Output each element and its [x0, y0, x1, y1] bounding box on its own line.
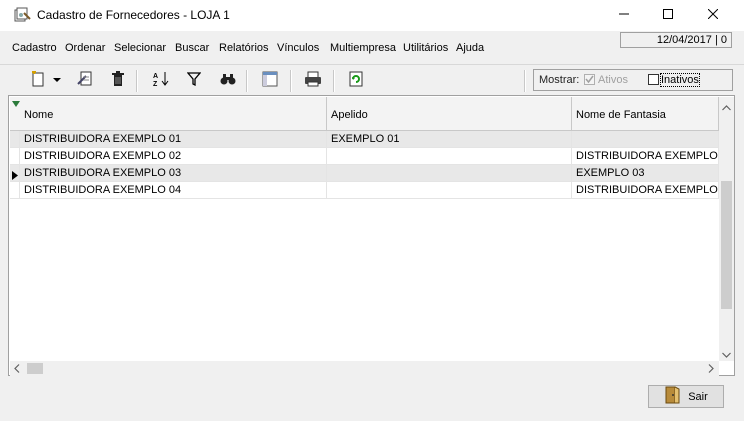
print-icon	[304, 71, 322, 90]
cell-nome[interactable]: DISTRIBUIDORA EXEMPLO 02	[20, 148, 327, 165]
refresh-icon	[349, 71, 363, 90]
current-row-icon	[12, 169, 18, 181]
filter-panel: Mostrar: Ativos Inativos	[533, 69, 733, 91]
dropdown-arrow-icon	[53, 74, 61, 86]
menu-ordenar[interactable]: Ordenar	[65, 42, 105, 54]
toolbar-separator	[333, 70, 335, 92]
row-indicator	[10, 165, 20, 182]
cell-nome[interactable]: DISTRIBUIDORA EXEMPLO 04	[20, 182, 327, 199]
cell-apelido[interactable]	[327, 182, 572, 199]
toolbar-separator	[136, 70, 138, 92]
delete-icon	[111, 70, 125, 90]
new-record-icon	[31, 70, 45, 90]
find-button[interactable]	[218, 71, 238, 89]
scroll-right-icon[interactable]	[708, 364, 714, 376]
ativos-label: Ativos	[598, 74, 628, 86]
exit-button[interactable]: Sair	[648, 385, 724, 408]
sort-button[interactable]: AZ	[151, 71, 171, 89]
table-row[interactable]: DISTRIBUIDORA EXEMPLO 03 EXEMPLO 03	[10, 165, 719, 182]
sort-az-icon: AZ	[152, 71, 170, 90]
cell-nome-fantasia[interactable]: DISTRIBUIDORA EXEMPLO	[572, 182, 719, 199]
delete-button[interactable]	[108, 70, 128, 90]
filter-icon	[186, 71, 202, 89]
app-icon	[14, 7, 32, 23]
date-status: 12/04/2017 | 0	[620, 32, 732, 48]
menu-ajuda[interactable]: Ajuda	[456, 42, 484, 54]
cell-nome-fantasia[interactable]: EXEMPLO 03	[572, 165, 719, 182]
maximize-icon	[663, 9, 673, 22]
menu-cadastro[interactable]: Cadastro	[12, 42, 57, 54]
refresh-button[interactable]	[346, 71, 366, 89]
scroll-down-icon[interactable]	[722, 349, 731, 361]
door-exit-icon	[664, 386, 680, 407]
table-row[interactable]: DISTRIBUIDORA EXEMPLO 04 DISTRIBUIDORA E…	[10, 182, 719, 199]
filter-label: Mostrar:	[539, 74, 580, 86]
maximize-button[interactable]	[645, 0, 691, 31]
print-button[interactable]	[303, 71, 323, 89]
menu-relatorios[interactable]: Relatórios	[219, 42, 269, 54]
horizontal-scrollbar[interactable]	[10, 361, 719, 376]
cell-nome[interactable]: DISTRIBUIDORA EXEMPLO 01	[20, 131, 327, 148]
exit-label: Sair	[688, 390, 708, 403]
close-icon	[707, 8, 719, 22]
inativos-checkbox[interactable]	[648, 74, 659, 85]
cell-nome[interactable]: DISTRIBUIDORA EXEMPLO 03	[20, 165, 327, 182]
minimize-icon	[619, 9, 629, 22]
svg-text:A: A	[153, 73, 158, 80]
column-header-apelido[interactable]: Apelido	[327, 97, 572, 131]
new-record-button[interactable]	[28, 70, 48, 90]
minimize-button[interactable]	[601, 0, 647, 31]
edit-button[interactable]	[76, 71, 96, 89]
column-header-nome[interactable]: Nome	[20, 97, 327, 131]
menu-utilitarios[interactable]: Utilitários	[403, 42, 448, 54]
row-indicator	[10, 131, 20, 148]
filter-indicator-icon	[12, 99, 20, 111]
vertical-scrollbar[interactable]	[719, 97, 734, 361]
horizontal-scroll-thumb[interactable]	[27, 363, 43, 374]
menu-vinculos[interactable]: Vínculos	[277, 42, 319, 54]
vertical-scroll-thumb[interactable]	[721, 181, 732, 309]
menu-multiempresa[interactable]: Multiempresa	[330, 42, 396, 54]
cell-apelido[interactable]	[327, 148, 572, 165]
ativos-checkbox[interactable]	[584, 74, 595, 85]
filter-button[interactable]	[184, 71, 204, 89]
toolbar-separator	[524, 70, 526, 92]
edit-icon	[77, 71, 95, 90]
column-header-nome-fantasia[interactable]: Nome de Fantasia	[572, 97, 719, 131]
find-icon	[220, 72, 236, 89]
cell-nome-fantasia[interactable]: DISTRIBUIDORA EXEMPLO	[572, 148, 719, 165]
row-indicator	[10, 182, 20, 199]
new-record-dropdown[interactable]	[50, 71, 64, 89]
cell-nome-fantasia[interactable]	[572, 131, 719, 148]
title-bar: Cadastro de Fornecedores - LOJA 1	[0, 0, 744, 31]
columns-button[interactable]	[260, 71, 280, 89]
svg-text:Z: Z	[153, 81, 158, 87]
cell-apelido[interactable]	[327, 165, 572, 182]
close-button[interactable]	[690, 0, 736, 31]
columns-icon	[262, 71, 278, 90]
toolbar-separator	[290, 70, 292, 92]
row-indicator	[10, 148, 20, 165]
scroll-up-icon[interactable]	[722, 102, 731, 114]
menu-buscar[interactable]: Buscar	[175, 42, 209, 54]
suppliers-grid[interactable]: Nome Apelido Nome de Fantasia DISTRIBUID…	[8, 95, 735, 376]
toolbar-separator	[246, 70, 248, 92]
table-row[interactable]: DISTRIBUIDORA EXEMPLO 01 EXEMPLO 01	[10, 131, 719, 148]
cell-apelido[interactable]: EXEMPLO 01	[327, 131, 572, 148]
table-row[interactable]: DISTRIBUIDORA EXEMPLO 02 DISTRIBUIDORA E…	[10, 148, 719, 165]
window-title: Cadastro de Fornecedores - LOJA 1	[37, 8, 230, 22]
scroll-left-icon[interactable]	[14, 364, 20, 376]
menu-selecionar[interactable]: Selecionar	[114, 42, 166, 54]
inativos-label: Inativos	[660, 73, 700, 87]
